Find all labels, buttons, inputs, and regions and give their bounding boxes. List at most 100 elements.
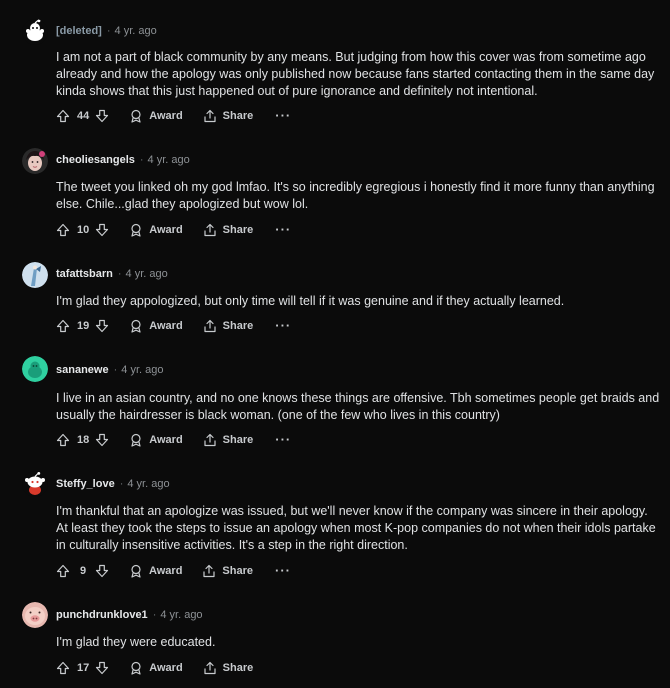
comment-meta: punchdrunklove1 · 4 yr. ago	[56, 608, 203, 622]
upvote-icon[interactable]	[56, 661, 70, 675]
upvote-icon[interactable]	[56, 319, 70, 333]
timestamp[interactable]: 4 yr. ago	[160, 609, 202, 621]
award-label: Award	[149, 434, 183, 446]
upvote-icon[interactable]	[56, 564, 70, 578]
more-options-button[interactable]: ···	[275, 223, 291, 236]
award-button[interactable]: Award	[129, 109, 183, 123]
timestamp[interactable]: 4 yr. ago	[148, 154, 190, 166]
upvote-icon[interactable]	[56, 433, 70, 447]
award-label: Award	[149, 320, 183, 332]
more-options-button[interactable]: ···	[275, 319, 291, 332]
share-label: Share	[222, 662, 254, 674]
award-label: Award	[149, 662, 183, 674]
username[interactable]: sananewe	[56, 364, 109, 376]
comment-meta: cheoliesangels · 4 yr. ago	[56, 153, 190, 167]
downvote-icon[interactable]	[95, 564, 109, 578]
separator-dot: ·	[139, 154, 144, 166]
award-icon	[131, 223, 141, 237]
award-button[interactable]: Award	[129, 564, 182, 578]
award-button[interactable]: Award	[129, 223, 183, 237]
username[interactable]: cheoliesangels	[56, 154, 135, 166]
share-icon	[204, 109, 216, 123]
share-icon	[204, 661, 216, 675]
comment-meta: tafattsbarn · 4 yr. ago	[56, 267, 168, 281]
comment-actions: 18 Award Share ···	[56, 430, 291, 450]
award-icon	[131, 109, 141, 123]
timestamp[interactable]: 4 yr. ago	[127, 478, 169, 490]
snoo-avatar-icon[interactable]	[22, 19, 48, 45]
username[interactable]: tafattsbarn	[56, 268, 113, 280]
share-label: Share	[222, 224, 254, 236]
award-label: Award	[149, 565, 183, 577]
share-button[interactable]: Share	[203, 661, 254, 675]
share-button[interactable]: Share	[202, 564, 253, 578]
share-label: Share	[222, 110, 254, 122]
vote-count: 9	[79, 565, 87, 577]
award-icon	[131, 319, 141, 333]
share-icon	[204, 223, 216, 237]
award-icon	[131, 564, 141, 578]
user-avatar-icon[interactable]	[22, 356, 48, 382]
award-button[interactable]: Award	[129, 661, 183, 675]
downvote-icon[interactable]	[95, 319, 109, 333]
separator-dot: ·	[106, 25, 111, 37]
comment-meta: sananewe · 4 yr. ago	[56, 363, 163, 377]
username[interactable]: punchdrunklove1	[56, 609, 148, 621]
separator-dot: ·	[152, 609, 157, 621]
share-button[interactable]: Share	[203, 223, 254, 237]
vote-count: 10	[77, 224, 90, 236]
award-label: Award	[149, 110, 183, 122]
vote-count: 17	[77, 662, 90, 674]
snoo-avatar-icon[interactable]	[22, 471, 48, 497]
award-button[interactable]: Award	[129, 319, 183, 333]
upvote-icon[interactable]	[56, 109, 70, 123]
upvote-icon[interactable]	[56, 223, 70, 237]
downvote-icon[interactable]	[95, 109, 109, 123]
comment-body: I live in an asian country, and no one k…	[56, 391, 660, 422]
award-icon	[131, 433, 141, 447]
downvote-icon[interactable]	[95, 661, 109, 675]
share-button[interactable]: Share	[203, 433, 254, 447]
share-icon	[203, 564, 216, 578]
vote-count: 18	[77, 434, 90, 446]
share-icon	[204, 433, 216, 447]
comment-actions: 10 Award Share ···	[56, 220, 291, 240]
more-options-button[interactable]: ···	[275, 109, 291, 122]
username[interactable]: Steffy_love	[56, 478, 115, 490]
comment-actions: 44 Award Share ···	[56, 106, 291, 126]
vote-count: 19	[77, 320, 90, 332]
comment-body: The tweet you linked oh my god lmfao. It…	[56, 180, 655, 211]
comment-meta: Steffy_love · 4 yr. ago	[56, 477, 170, 491]
share-label: Share	[222, 434, 254, 446]
comment-body: I'm thankful that an apologize was issue…	[56, 504, 656, 552]
separator-dot: ·	[119, 478, 124, 490]
share-button[interactable]: Share	[203, 319, 254, 333]
username[interactable]: [deleted]	[56, 25, 102, 37]
comment-actions: 9 Award Share ···	[56, 561, 291, 581]
award-button[interactable]: Award	[129, 433, 183, 447]
comment-actions: 19 Award Share ···	[56, 316, 291, 336]
user-avatar-icon[interactable]	[22, 262, 48, 288]
user-avatar-icon[interactable]	[22, 602, 48, 628]
more-options-button[interactable]: ···	[275, 564, 291, 577]
comment-body: I'm glad they were educated.	[56, 635, 216, 649]
timestamp[interactable]: 4 yr. ago	[126, 268, 168, 280]
share-button[interactable]: Share	[203, 109, 254, 123]
vote-count: 44	[77, 110, 90, 122]
user-avatar-icon[interactable]	[22, 148, 48, 174]
share-label: Share	[222, 565, 253, 577]
comment-meta: [deleted] · 4 yr. ago	[56, 24, 157, 38]
separator-dot: ·	[113, 364, 118, 376]
timestamp[interactable]: 4 yr. ago	[115, 25, 157, 37]
separator-dot: ·	[117, 268, 122, 280]
timestamp[interactable]: 4 yr. ago	[121, 364, 163, 376]
comment-body: I'm glad they appologized, but only time…	[56, 294, 565, 308]
downvote-icon[interactable]	[95, 223, 109, 237]
share-icon	[204, 319, 216, 333]
comment-actions: 17 Award Share	[56, 658, 253, 678]
award-label: Award	[149, 224, 183, 236]
share-label: Share	[222, 320, 254, 332]
downvote-icon[interactable]	[95, 433, 109, 447]
comment-body: I am not a part of black community by an…	[56, 50, 655, 98]
more-options-button[interactable]: ···	[275, 433, 291, 446]
